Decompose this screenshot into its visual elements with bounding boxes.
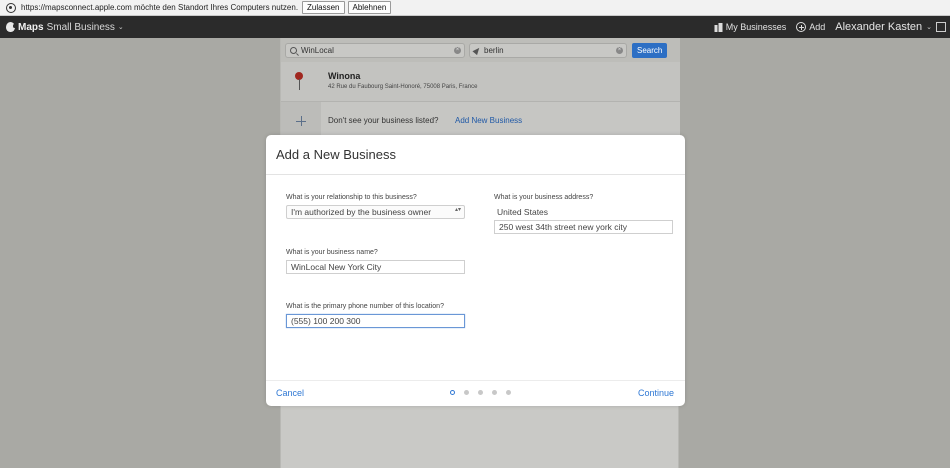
location-search-input[interactable]: berlin ×	[469, 42, 627, 58]
country-value[interactable]: United States	[497, 207, 548, 217]
app-header: Maps Small Business ⌄ My Businesses Add …	[0, 16, 950, 38]
divider	[266, 174, 685, 175]
relationship-select[interactable]: I'm authorized by the business owner ▴▾	[286, 205, 465, 219]
business-search-input[interactable]: WinLocal ×	[285, 42, 465, 58]
search-row: WinLocal × berlin × Search	[281, 38, 680, 62]
search-button[interactable]: Search	[632, 42, 668, 58]
address-label: What is your business address?	[494, 194, 594, 201]
phone-label: What is the primary phone number of this…	[286, 303, 444, 310]
location-permission-bar: https://mapsconnect.apple.com möchte den…	[0, 0, 950, 16]
dialog-title: Add a New Business	[276, 147, 396, 162]
divider	[266, 380, 685, 381]
my-businesses-label: My Businesses	[725, 22, 787, 32]
brand-small-business: Small Business	[46, 21, 115, 33]
building-icon	[714, 22, 723, 32]
cancel-button[interactable]: Cancel	[276, 388, 304, 398]
phone-value: (555) 100 200 300	[291, 316, 361, 326]
add-business-row: Don't see your business listed? Add New …	[281, 102, 680, 138]
step-dot	[450, 390, 455, 395]
location-target-icon	[6, 2, 16, 13]
brand-menu[interactable]: Maps Small Business ⌄	[18, 22, 124, 33]
result-name: Winona	[328, 71, 361, 81]
street-address-field[interactable]: 250 west 34th street new york city	[494, 220, 673, 234]
list-item[interactable]: Winona 42 Rue du Faubourg Saint-Honoré, …	[281, 62, 680, 102]
phone-field[interactable]: (555) 100 200 300	[286, 314, 465, 328]
add-icon-column	[281, 102, 321, 138]
business-name-value: WinLocal New York City	[291, 262, 382, 272]
add-business-dialog: Add a New Business What is your relation…	[266, 135, 685, 406]
clear-icon[interactable]: ×	[616, 46, 623, 54]
step-dot	[492, 390, 497, 395]
clear-icon[interactable]: ×	[454, 46, 461, 54]
permission-message: https://mapsconnect.apple.com möchte den…	[21, 3, 299, 12]
add-link[interactable]: Add	[796, 22, 825, 32]
step-dot	[478, 390, 483, 395]
result-address: 42 Rue du Faubourg Saint-Honoré, 75008 P…	[328, 84, 478, 90]
search-icon	[290, 46, 297, 54]
street-address-value: 250 west 34th street new york city	[499, 222, 628, 232]
my-businesses-link[interactable]: My Businesses	[714, 22, 787, 32]
business-search-value: WinLocal	[301, 45, 334, 55]
step-indicator	[450, 390, 520, 395]
relationship-label: What is your relationship to this busine…	[286, 194, 417, 201]
step-dot	[464, 390, 469, 395]
deny-location-button[interactable]: Ablehnen	[347, 1, 392, 14]
location-search-value: berlin	[484, 45, 504, 55]
chevron-down-icon: ⌄	[926, 24, 932, 31]
add-new-business-link[interactable]: Add New Business	[455, 116, 522, 125]
plus-circle-icon	[796, 22, 807, 32]
chevron-down-icon: ⌄	[117, 24, 124, 31]
business-name-label: What is your business name?	[286, 249, 378, 256]
brand-maps: Maps	[18, 21, 44, 33]
allow-location-button[interactable]: Zulassen	[302, 1, 345, 14]
window-icon[interactable]	[936, 22, 946, 32]
step-dot	[506, 390, 511, 395]
relationship-value: I'm authorized by the business owner	[291, 207, 432, 217]
user-menu[interactable]: Alexander Kasten	[835, 21, 922, 33]
apple-logo-icon	[6, 22, 16, 32]
plus-icon	[296, 116, 306, 126]
map-pin-icon	[295, 72, 303, 92]
business-name-field[interactable]: WinLocal New York City	[286, 260, 465, 274]
continue-button[interactable]: Continue	[638, 388, 674, 398]
add-label: Add	[809, 22, 826, 32]
location-arrow-icon	[472, 45, 482, 55]
not-listed-question: Don't see your business listed?	[328, 116, 439, 125]
up-down-icon: ▴▾	[455, 207, 462, 213]
